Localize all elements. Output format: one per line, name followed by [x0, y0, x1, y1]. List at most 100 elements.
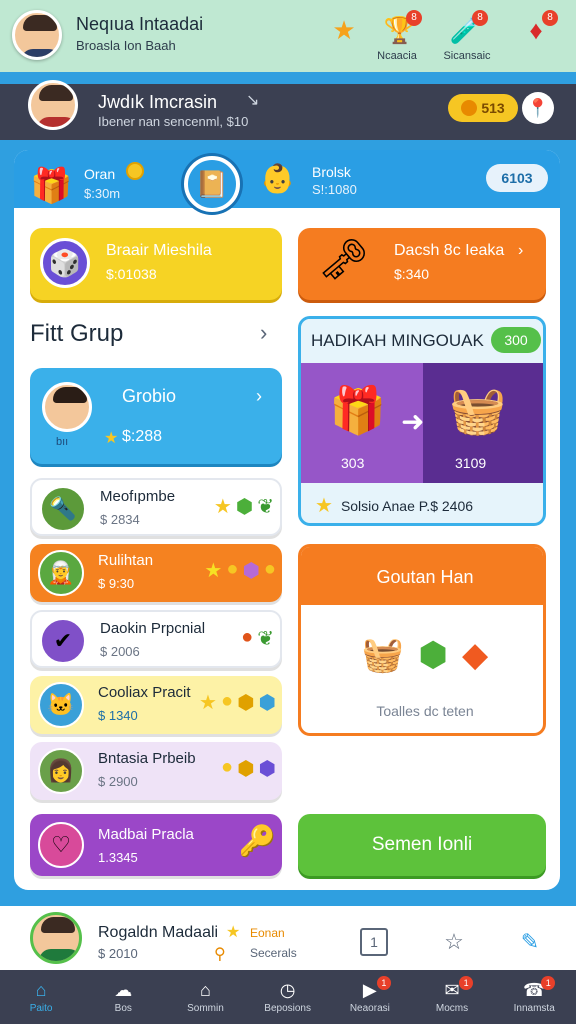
profile-subtitle: Ibener nan sencenml, $10 — [98, 114, 249, 129]
list-item-title: Bntasia Prbeib — [98, 750, 196, 767]
list-item[interactable]: 🐱 Cooliax Pracit $ 1340 ★ ● ⬢ ⬢ — [30, 676, 282, 734]
star-icon: ★ — [104, 430, 119, 447]
coin-icon: ● — [226, 558, 239, 580]
featured-group-card[interactable]: bıı Grobio › ★ $:288 — [30, 368, 282, 464]
chevron-right-icon[interactable]: › — [260, 320, 267, 346]
list-item[interactable]: 🔦 Meofıpmbe $ 2834 ★ ⬢ ❦ — [30, 478, 282, 536]
nav-label: Paito — [29, 1003, 53, 1014]
panel-left-value: $:30m — [84, 186, 121, 201]
coin-icon: ● — [220, 756, 234, 778]
panel-right-value: S!:1080 — [312, 182, 357, 197]
list-item-value: $ 2900 — [98, 774, 138, 789]
list-item-value: $ 1340 — [98, 708, 138, 723]
group-avatar — [42, 382, 92, 432]
nav-badge: 1 — [376, 976, 391, 990]
check-icon: ✔ — [40, 618, 86, 664]
gem-icon: ⬢ — [258, 692, 276, 714]
house-icon: ⌂ — [200, 980, 211, 1000]
profile-name: Jwdık Imcrasin — [98, 92, 218, 112]
leaf-icon: ❦ — [257, 496, 274, 518]
page-icon[interactable]: 1 — [360, 928, 388, 956]
nav-label: Neaorasi — [349, 1003, 390, 1014]
edit-icon[interactable]: ✎ — [516, 928, 544, 956]
heart-icon: ♡ — [38, 822, 84, 868]
coin-icon — [126, 162, 144, 180]
profile-avatar[interactable] — [28, 80, 78, 130]
coin-icon: ● — [241, 626, 254, 648]
nav-item-home[interactable]: ⌂ Paito — [0, 970, 82, 1024]
list-item[interactable]: ♡ Madbai Pracla 1.3345 🔑 — [30, 814, 282, 876]
trade-card[interactable]: HADIKAH MINGOUAK 300 🎁 ➜ 🧺 303 3109 ★ Sol… — [298, 316, 546, 526]
trade-footer-text: Solsio Anae P.$ 2406 — [340, 497, 474, 514]
nav-item-bag[interactable]: ☎ Innamsta 1 — [493, 970, 575, 1024]
list-item[interactable]: ✔ Daokin Prpcnial $ 2006 ● ❦ — [30, 610, 282, 668]
bucket-icon: 🧺 — [361, 636, 405, 674]
gem-icon: ⬢ — [258, 758, 276, 780]
list-item[interactable]: 👩 Bntasia Prbeib $ 2900 ● ⬢ ⬢ — [30, 742, 282, 800]
trophy-icon[interactable]: 🏆 8 — [382, 10, 422, 48]
list-item-title: Rulihtan — [98, 552, 154, 569]
coin-icon: ● — [220, 690, 234, 712]
list-item[interactable]: 🧝 Rulihtan $ 9:30 ★ ● ⬢ ● — [30, 544, 282, 602]
gem-icon[interactable]: ♦ 8 — [518, 10, 558, 48]
coin-icon: ● — [263, 558, 276, 580]
orange-card-value: $:340 — [394, 266, 430, 282]
chevron-right-icon[interactable]: › — [518, 242, 523, 260]
play-icon: ▶ — [362, 980, 377, 1000]
main-panel: 🎁 Oran $:30m 📔 👶 Brolsk S!:1080 6103 🎲 B… — [14, 150, 560, 890]
gift-box-icon[interactable]: 🎁 — [30, 166, 72, 206]
key-icon: 🗝 — [318, 238, 369, 282]
coin-balance: 513 — [481, 100, 505, 116]
chevron-right-icon[interactable]: › — [256, 386, 262, 407]
reward-items: 🔑 — [239, 824, 276, 859]
location-pin-icon[interactable]: 📍 — [522, 92, 554, 124]
nav-item-inbox[interactable]: ✉ Mocms 1 — [411, 970, 493, 1024]
gift-box-icon: 🎁 — [329, 384, 387, 436]
nav-item-chat[interactable]: ☁ Bos — [82, 970, 164, 1024]
puzzle-box-icon: 🎲 — [40, 238, 90, 288]
user-label-1: Eonan — [250, 926, 285, 940]
star-outline-icon[interactable]: ☆ — [440, 928, 468, 956]
share-arrow-icon[interactable]: ↘ — [246, 90, 259, 110]
pin-icon: ⚲ — [214, 946, 226, 963]
user-name: Rogaldn Madaali — [98, 924, 219, 941]
user-strip — [0, 906, 576, 970]
nav-item-clock[interactable]: ◷ Beposions — [247, 970, 329, 1024]
nav-item-play[interactable]: ▶ Neaorasi 1 — [329, 970, 411, 1024]
reward-items: ● ❦ — [241, 626, 274, 651]
list-item-title: Cooliax Pracit — [98, 684, 191, 701]
summary-card[interactable]: Goutan Han 🧺 ⬢ ◆ Toalles dc teten — [298, 544, 546, 736]
character-icon: 👶 — [260, 163, 295, 194]
trophy-badge: 8 — [406, 10, 422, 26]
torch-icon: 🔦 — [40, 486, 86, 532]
bottom-nav: ⌂ Paito ☁ Bos ⌂ Sommin ◷ Beposions ▶ Neaorasi… — [0, 970, 576, 1024]
home-icon: ⌂ — [35, 980, 47, 1000]
user-avatar[interactable] — [30, 912, 82, 964]
star-icon[interactable]: ★ — [326, 12, 362, 48]
list-item-value: 1.3345 — [98, 850, 138, 865]
group-tag: bıı — [56, 436, 69, 448]
gem-icon: ◆ — [461, 636, 489, 674]
orange-reward-card[interactable]: 🗝 Dacsh 8c Ieaka › $:340 — [298, 228, 546, 300]
arrow-right-icon: ➜ — [401, 406, 425, 437]
nav-label: Bos — [114, 1003, 132, 1014]
gem-icon: ⬢ — [237, 692, 255, 714]
leaf-icon: ❦ — [257, 628, 274, 650]
action-button[interactable]: Semen Ionli — [298, 814, 546, 876]
potion-icon[interactable]: 🧪 8 — [448, 10, 488, 48]
summary-card-title: Goutan Han — [376, 567, 474, 587]
panel-left-label: Oran — [84, 166, 116, 182]
header-avatar[interactable] — [12, 10, 62, 60]
nav-badge: 1 — [541, 976, 556, 990]
star-icon: ★ — [204, 560, 223, 582]
group-card-value: $:288 — [122, 428, 163, 445]
panel-count-pill[interactable]: 6103 — [486, 164, 548, 192]
trophy-label: Ncaacia — [377, 50, 417, 62]
yellow-reward-card[interactable]: 🎲 Braair Mieshila $:01038 — [30, 228, 282, 300]
trade-value-right: 3109 — [455, 455, 487, 471]
nav-item-house[interactable]: ⌂ Sommin — [164, 970, 246, 1024]
coin-balance-pill[interactable]: 513 — [448, 94, 518, 122]
center-book-badge-icon[interactable]: 📔 — [184, 156, 240, 212]
list-item-value: $ 9:30 — [98, 576, 135, 591]
gem-icon: ⬢ — [235, 496, 254, 518]
